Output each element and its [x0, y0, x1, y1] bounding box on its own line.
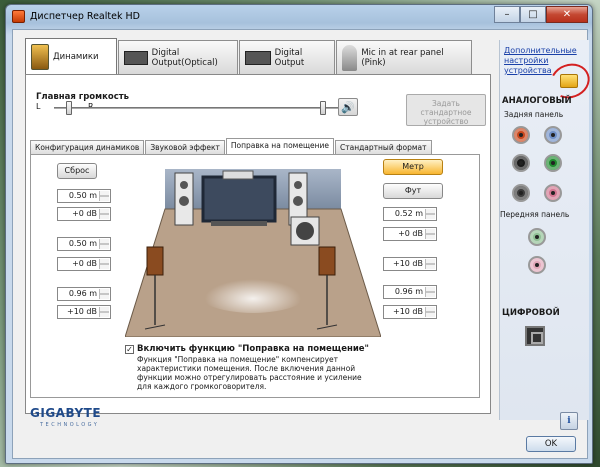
gigabyte-tagline: TECHNOLOGY	[40, 422, 100, 428]
main-volume-slider[interactable]: L R	[36, 98, 344, 118]
tab-digital-output[interactable]: Digital Output	[239, 40, 335, 74]
digital-title: ЦИФРОВОЙ	[502, 308, 560, 318]
front-right-distance[interactable]: 0.52 m	[383, 207, 437, 221]
left-label: L	[36, 102, 41, 111]
maximize-button[interactable]: □	[520, 6, 546, 23]
rear-jack-gray[interactable]	[512, 184, 530, 202]
rear-left-gain[interactable]: +10 dB	[57, 305, 111, 319]
room-correction-title: Включить функцию "Поправка на помещение"	[137, 344, 369, 354]
balance-thumb[interactable]	[66, 101, 72, 115]
volume-track	[54, 107, 344, 109]
rear-jack-blue[interactable]	[544, 126, 562, 144]
title-bar[interactable]: Диспетчер Realtek HD – □ ✕	[6, 5, 592, 27]
rear-left-distance[interactable]: 0.96 m	[57, 287, 111, 301]
rear-right-speaker	[318, 246, 336, 276]
tv-screen	[201, 175, 277, 223]
tab-speakers[interactable]: Динамики	[25, 38, 117, 74]
sub-tabs: Конфигурация динамиков Звуковой эффект П…	[30, 138, 433, 154]
front-left-gain[interactable]: +0 dB	[57, 207, 111, 221]
tab-label: Mic in at rear panel (Pink)	[361, 47, 444, 68]
rear-jack-green[interactable]	[544, 154, 562, 172]
set-default-device-button[interactable]: Задать стандартное устройство	[406, 94, 486, 126]
window-controls: – □ ✕	[494, 6, 588, 23]
tab-label: Digital Output(Optical)	[151, 47, 218, 68]
room-correction-description: Функция "Поправка на помещение" компенси…	[137, 355, 362, 391]
tab-label: Динамики	[53, 51, 99, 62]
minimize-button[interactable]: –	[494, 6, 520, 23]
coaxial-port-icon	[245, 50, 271, 65]
tab-mic-rear-pink[interactable]: Mic in at rear panel (Pink)	[336, 40, 472, 74]
info-button[interactable]: i	[560, 412, 578, 430]
gigabyte-logo: GIGABYTE	[30, 406, 102, 420]
speaker-icon	[31, 43, 49, 70]
tv-stand	[211, 221, 267, 226]
tab-default-format[interactable]: Стандартный формат	[335, 140, 432, 154]
rear-jack-black[interactable]	[512, 154, 530, 172]
front-panel-label: Передняя панель	[500, 210, 570, 219]
foot-button[interactable]: Фут	[383, 183, 443, 199]
front-jack-pink[interactable]	[528, 256, 546, 274]
device-tabs: Динамики Digital Output(Optical) Digital…	[25, 38, 473, 74]
tab-speaker-config[interactable]: Конфигурация динамиков	[30, 140, 145, 154]
front-right-gain[interactable]: +0 dB	[383, 227, 437, 241]
front-left-distance[interactable]: 0.50 m	[57, 189, 111, 203]
analog-title: АНАЛОГОВЫЙ	[502, 96, 572, 106]
listener-spot	[193, 265, 313, 313]
front-jack-green[interactable]	[528, 228, 546, 246]
close-button[interactable]: ✕	[546, 6, 588, 23]
subwoofer-gain[interactable]: +10 dB	[383, 257, 437, 271]
rear-jack-orange[interactable]	[512, 126, 530, 144]
room-correction-checkbox[interactable]: ✓	[125, 345, 134, 354]
volume-thumb[interactable]	[320, 101, 326, 115]
tab-digital-output-optical[interactable]: Digital Output(Optical)	[118, 40, 238, 74]
optical-port-icon	[124, 50, 148, 65]
tab-room-correction[interactable]: Поправка на помещение	[225, 138, 335, 154]
digital-connector-icon[interactable]	[525, 326, 545, 346]
room-correction-page: Сброс Метр Фут 0.50 m +0 dB 0.50 m +0 dB…	[30, 154, 480, 398]
rear-panel-label: Задняя панель	[504, 110, 564, 119]
tab-sound-effect[interactable]: Звуковой эффект	[145, 140, 225, 154]
tab-label: Digital Output	[274, 47, 305, 68]
mute-button[interactable]: 🔊	[338, 98, 358, 116]
center-gain[interactable]: +0 dB	[57, 257, 111, 271]
center-speaker	[222, 170, 254, 180]
realtek-app-icon	[12, 9, 25, 23]
microphone-icon	[342, 44, 358, 71]
center-distance[interactable]: 0.50 m	[57, 237, 111, 251]
meter-button[interactable]: Метр	[383, 159, 443, 175]
rear-left-speaker	[146, 246, 164, 276]
window-title: Диспетчер Realtek HD	[30, 10, 140, 22]
rear-jack-pink[interactable]	[544, 184, 562, 202]
rear-right-gain[interactable]: +10 dB	[383, 305, 437, 319]
rear-right-distance[interactable]: 0.96 m	[383, 285, 437, 299]
speaker-volume-icon: 🔊	[341, 100, 355, 114]
ok-button[interactable]: OK	[526, 436, 576, 452]
reset-button[interactable]: Сброс	[57, 163, 97, 179]
room-diagram	[125, 169, 381, 337]
